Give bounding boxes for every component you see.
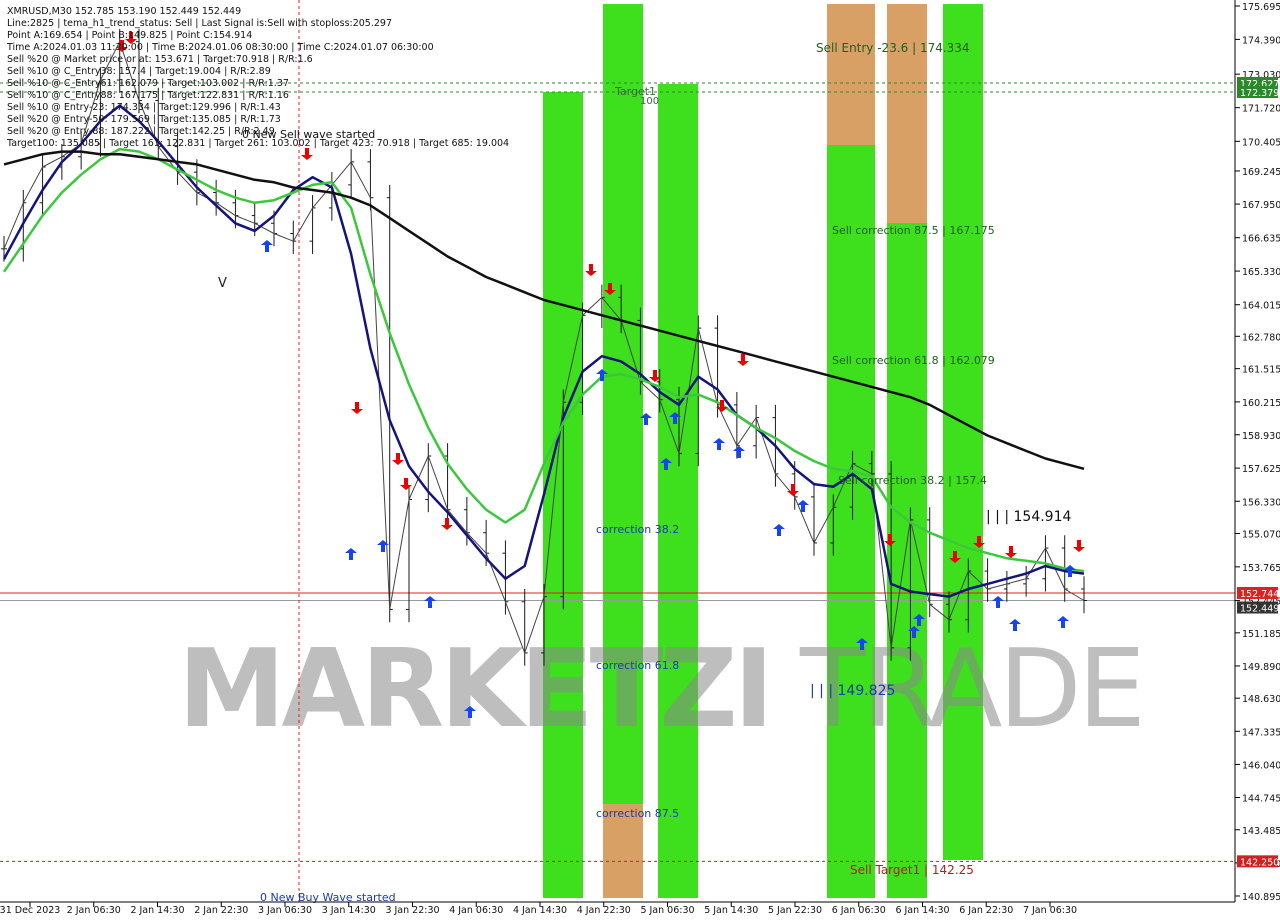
x-tick-label: 3 Jan 22:30 <box>385 905 439 916</box>
price-tag-last: 152.449 <box>1240 604 1279 615</box>
info-line: Sell %20 @ Entry-88: 187.222 | Target:14… <box>7 126 275 137</box>
y-tick-label: 151.185 <box>1242 629 1280 640</box>
sell-correction-875-label: Sell correction 87.5 | 167.175 <box>832 224 995 237</box>
info-line: Target100: 135.085 | Target 161: 122.831… <box>6 138 509 149</box>
x-tick-label: 4 Jan 22:30 <box>577 905 631 916</box>
x-tick-label: 7 Jan 06:30 <box>1023 905 1077 916</box>
y-tick-label: 174.390 <box>1242 35 1280 46</box>
y-tick-label: 162.780 <box>1242 332 1280 343</box>
x-tick-label: 31 Dec 2023 <box>0 905 60 916</box>
info-line: Line:2825 | tema_h1_trend_status: Sell |… <box>7 18 392 29</box>
info-line: XMRUSD,M30 152.785 153.190 152.449 152.4… <box>7 6 241 17</box>
y-tick-label: 170.405 <box>1242 137 1280 148</box>
chart: MARKETZI TRADE Sell Entry -23.6 | 174.33… <box>0 0 1280 920</box>
x-tick-label: 5 Jan 06:30 <box>640 905 694 916</box>
correction-382-label: correction 38.2 <box>596 523 679 536</box>
info-line: Point A:169.654 | Point B:149.825 | Poin… <box>7 30 252 41</box>
x-tick-label: 6 Jan 06:30 <box>832 905 886 916</box>
sell-correction-618-label: Sell correction 61.8 | 162.079 <box>832 354 995 367</box>
y-tick-label: 144.745 <box>1242 794 1280 805</box>
zone-band-3 <box>658 84 698 898</box>
sell-correction-382-label: Sell correction 38.2 | 157.4 <box>838 474 987 487</box>
zone-band-2 <box>603 4 643 898</box>
x-tick-label: 5 Jan 22:30 <box>768 905 822 916</box>
x-tick-label: 2 Jan 06:30 <box>67 905 121 916</box>
watermark: MARKETZI TRADE <box>178 627 1146 752</box>
y-tick-label: 167.950 <box>1242 200 1280 211</box>
price-tag-upper-2: 172.379 <box>1240 88 1279 99</box>
y-tick-label: 161.515 <box>1242 365 1280 376</box>
y-tick-label: 147.335 <box>1242 727 1280 738</box>
correction-875-label: correction 87.5 <box>596 807 679 820</box>
y-tick-label: 171.720 <box>1242 104 1280 115</box>
y-tick-label: 143.485 <box>1242 826 1280 837</box>
x-tick-label: 5 Jan 14:30 <box>704 905 758 916</box>
x-axis-ticks: 31 Dec 2023 2 Jan 06:30 2 Jan 14:30 2 Jan 2… <box>0 902 1077 916</box>
watermark-marketzi: MARKETZI <box>178 627 770 752</box>
y-tick-label: 148.630 <box>1242 694 1280 705</box>
info-line: Time A:2024.01.03 11:30:00 | Time B:2024… <box>6 42 434 53</box>
zone-band-orange-top-2 <box>887 4 927 223</box>
info-line: Sell %10 @ Entry-23: 174.334 | Target:12… <box>7 102 281 113</box>
y-tick-label: 166.635 <box>1242 234 1280 245</box>
price-tag-bid: 152.744 <box>1240 589 1279 600</box>
x-tick-label: 3 Jan 06:30 <box>258 905 312 916</box>
info-line: Sell %20 @ Market price or at: 153.671 |… <box>7 54 313 65</box>
y-tick-label: 158.930 <box>1242 431 1280 442</box>
y-tick-label: 165.330 <box>1242 267 1280 278</box>
y-tick-label: 146.040 <box>1242 760 1280 771</box>
info-line: Sell %10 @ C_Entry88: 167.175 | Target:1… <box>7 90 289 101</box>
correction-618-label: correction 61.8 <box>596 659 679 672</box>
zone-band-orange-top-1 <box>827 4 875 145</box>
y-tick-label: 156.330 <box>1242 497 1280 508</box>
sell-entry-label: Sell Entry -23.6 | 174.334 <box>816 41 970 55</box>
price-tag-target: 142.250 <box>1240 857 1279 868</box>
x-tick-label: 2 Jan 22:30 <box>194 905 248 916</box>
sell-target1-label: Sell Target1 | 142.25 <box>850 863 974 877</box>
v-mark-label: V <box>218 276 227 291</box>
x-tick-label: 3 Jan 14:30 <box>322 905 376 916</box>
y-tick-label: 157.625 <box>1242 464 1280 475</box>
y-tick-label: 140.895 <box>1242 892 1280 903</box>
y-tick-label: 164.015 <box>1242 301 1280 312</box>
x-tick-label: 2 Jan 14:30 <box>130 905 184 916</box>
y-tick-label: 153.765 <box>1242 563 1280 574</box>
chart-svg: MARKETZI TRADE Sell Entry -23.6 | 174.33… <box>0 0 1280 920</box>
info-line: Sell %10 @ C_Entry61: 162.079 | Target:1… <box>7 78 289 89</box>
y-tick-label: 149.890 <box>1242 662 1280 673</box>
info-line: Sell %20 @ Entry-50: 179.569 | Target:13… <box>7 114 281 125</box>
info-line: Sell %10 @ C_Entry38: 157.4 | Target:19.… <box>7 66 271 77</box>
x-tick-label: 4 Jan 06:30 <box>449 905 503 916</box>
target1-sub-label: 100 <box>640 96 659 107</box>
y-tick-label: 175.695 <box>1242 2 1280 13</box>
y-tick-label: 160.215 <box>1242 398 1280 409</box>
x-tick-label: 4 Jan 14:30 <box>513 905 567 916</box>
y-tick-label: 169.245 <box>1242 167 1280 178</box>
x-tick-label: 6 Jan 22:30 <box>959 905 1013 916</box>
point-b-label: | | | 149.825 <box>810 683 895 699</box>
x-tick-label: 6 Jan 14:30 <box>895 905 949 916</box>
y-tick-label: 155.070 <box>1242 529 1280 540</box>
point-c-label: | | | 154.914 <box>986 509 1071 525</box>
